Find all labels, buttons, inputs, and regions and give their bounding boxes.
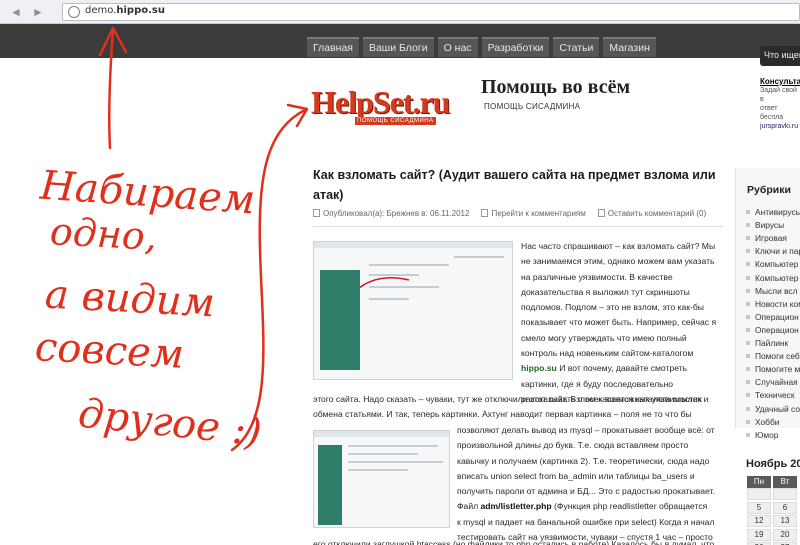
handwriting-line-3: а видим <box>43 271 216 327</box>
handwriting-line-4: совсем <box>33 324 186 378</box>
handwriting-arrows <box>98 26 309 452</box>
handwriting-line-2: одно, <box>48 209 159 259</box>
